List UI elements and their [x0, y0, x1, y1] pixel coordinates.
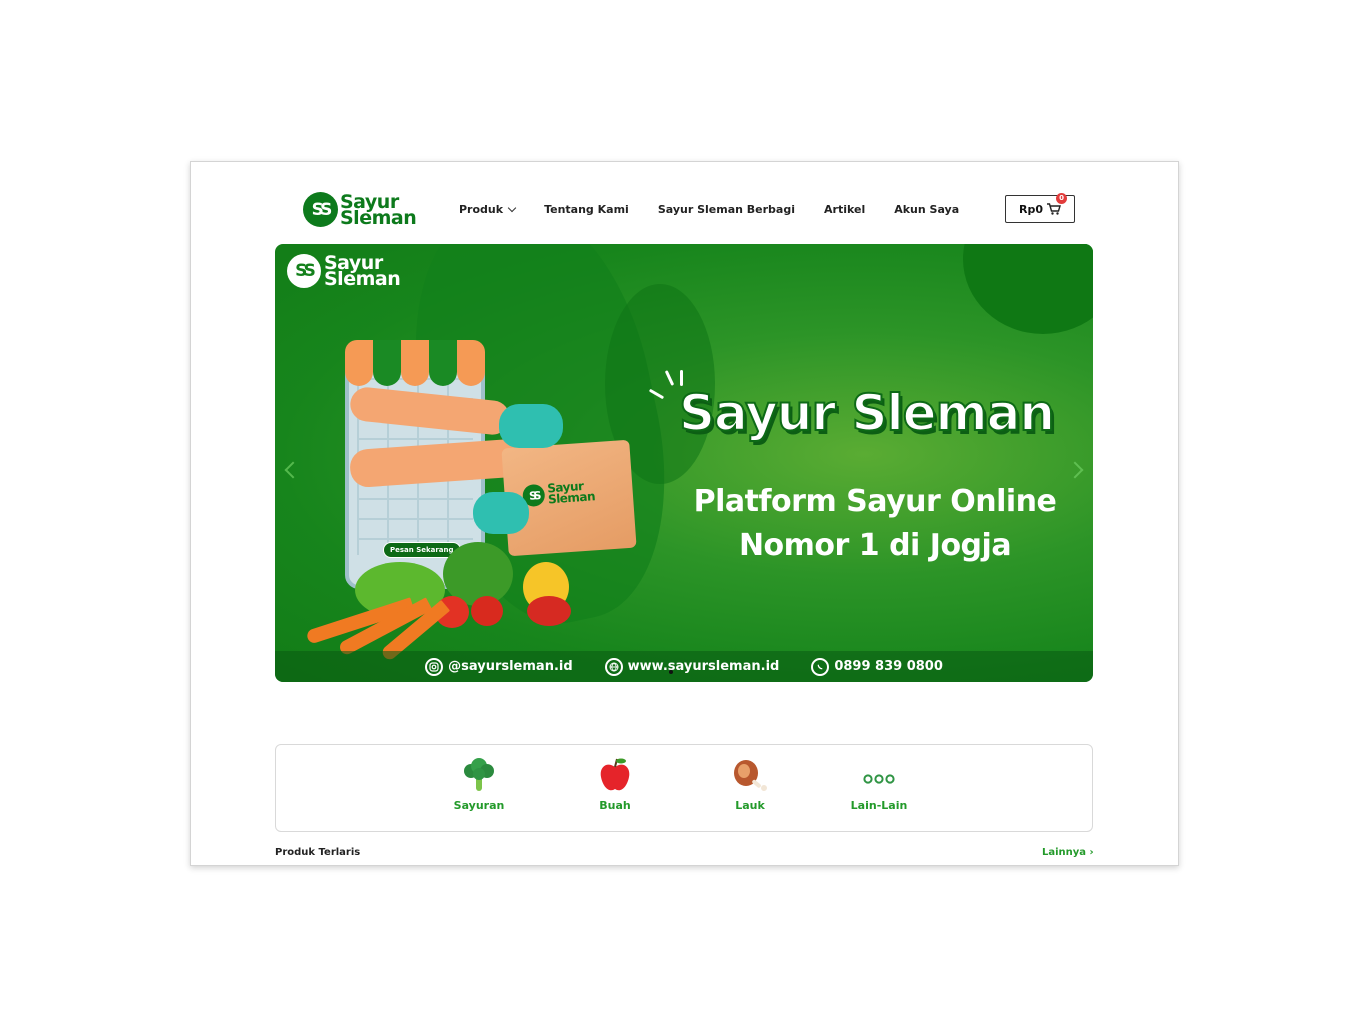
banner-subtitle: Platform Sayur Online Nomor 1 di Jogja	[685, 480, 1065, 568]
section-title: Produk Terlaris	[275, 847, 361, 858]
banner-logo-mark: SS	[287, 254, 321, 288]
category-label: Sayuran	[453, 799, 505, 812]
category-buah[interactable]: Buah	[570, 755, 660, 812]
glove-illustration	[499, 404, 563, 448]
next-slide-icon[interactable]	[1066, 461, 1084, 479]
apple-icon	[570, 755, 660, 795]
more-icon	[834, 755, 924, 795]
logo-line-2: Sleman	[340, 206, 417, 229]
bag-logo-text: Sayur Sleman	[547, 479, 596, 507]
banner-contact-bar: @sayursleman.id www.sayursleman.id 0899 …	[275, 651, 1093, 682]
contact-text: www.sayursleman.id	[627, 659, 780, 674]
glove-illustration	[473, 492, 529, 534]
contact-website: www.sayursleman.id	[604, 657, 780, 676]
prev-slide-icon[interactable]	[284, 461, 302, 479]
nav-item-berbagi[interactable]: Sayur Sleman Berbagi	[658, 203, 795, 216]
meat-icon	[705, 755, 795, 795]
category-label: Buah	[599, 799, 631, 812]
banner-logo-text: Sayur Sleman	[324, 254, 401, 290]
instagram-icon	[425, 657, 444, 676]
category-label: Lain-Lain	[850, 799, 908, 812]
main-nav: Produk Tentang Kami Sayur Sleman Berbagi…	[459, 203, 988, 216]
category-sayuran[interactable]: Sayuran	[434, 755, 524, 812]
cart-total: Rp0	[1019, 202, 1043, 216]
whatsapp-icon	[811, 657, 830, 676]
cart-icon: 0	[1047, 193, 1067, 215]
bag-logo-line-2: Sleman	[547, 489, 596, 507]
bag-logo: SS Sayur Sleman	[521, 479, 596, 508]
globe-icon	[604, 657, 623, 676]
nav-label: Tentang Kami	[544, 203, 629, 216]
cart-count-badge: 0	[1056, 193, 1067, 204]
banner-subtitle-line-1: Platform Sayur Online	[693, 484, 1057, 519]
category-label: Lauk	[735, 799, 765, 812]
nav-item-artikel[interactable]: Artikel	[824, 203, 865, 216]
nav-item-produk[interactable]: Produk	[459, 203, 517, 216]
nav-label: Akun Saya	[894, 203, 960, 216]
nav-label: Sayur Sleman Berbagi	[657, 203, 795, 216]
category-lain-lain[interactable]: Lain-Lain	[834, 755, 924, 812]
banner-subtitle-line-2: Nomor 1 di Jogja	[738, 528, 1012, 563]
contact-text: @sayursleman.id	[448, 659, 573, 674]
site-logo[interactable]: SS Sayur Sleman	[303, 192, 417, 229]
slide-indicator[interactable]	[669, 670, 673, 674]
nav-label: Produk	[459, 203, 504, 216]
contact-instagram: @sayursleman.id	[425, 657, 573, 676]
nav-item-tentang-kami[interactable]: Tentang Kami	[544, 203, 629, 216]
hero-banner[interactable]: SS Sayur Sleman SS Sayur Sleman Pesan Se…	[275, 244, 1093, 682]
nav-item-akun-saya[interactable]: Akun Saya	[894, 203, 959, 216]
logo-mark: SS	[303, 192, 338, 227]
broccoli-icon	[434, 755, 524, 795]
contact-whatsapp: 0899 839 0800	[811, 657, 943, 676]
shop-awning	[345, 340, 485, 386]
more-link[interactable]: Lainnya ›	[1042, 847, 1094, 858]
logo-text: Sayur Sleman	[340, 192, 417, 229]
category-lauk[interactable]: Lauk	[705, 755, 795, 812]
banner-title: Sayur Sleman	[678, 383, 1056, 443]
contact-text: 0899 839 0800	[834, 659, 943, 674]
category-bar: Sayuran Buah Lauk Lain-Lain	[275, 744, 1093, 832]
banner-logo: SS Sayur Sleman	[287, 254, 401, 290]
browser-frame: SS Sayur Sleman Produk Tentang Kami Sayu…	[190, 161, 1179, 866]
banner-decor	[963, 244, 1093, 334]
cart-button[interactable]: Rp0 0	[1005, 193, 1075, 223]
pepper-illustration	[527, 596, 571, 626]
tomato-illustration	[471, 596, 503, 626]
nav-label: Artikel	[824, 203, 866, 216]
chevron-down-icon	[507, 203, 517, 213]
banner-logo-line-2: Sleman	[324, 268, 401, 290]
